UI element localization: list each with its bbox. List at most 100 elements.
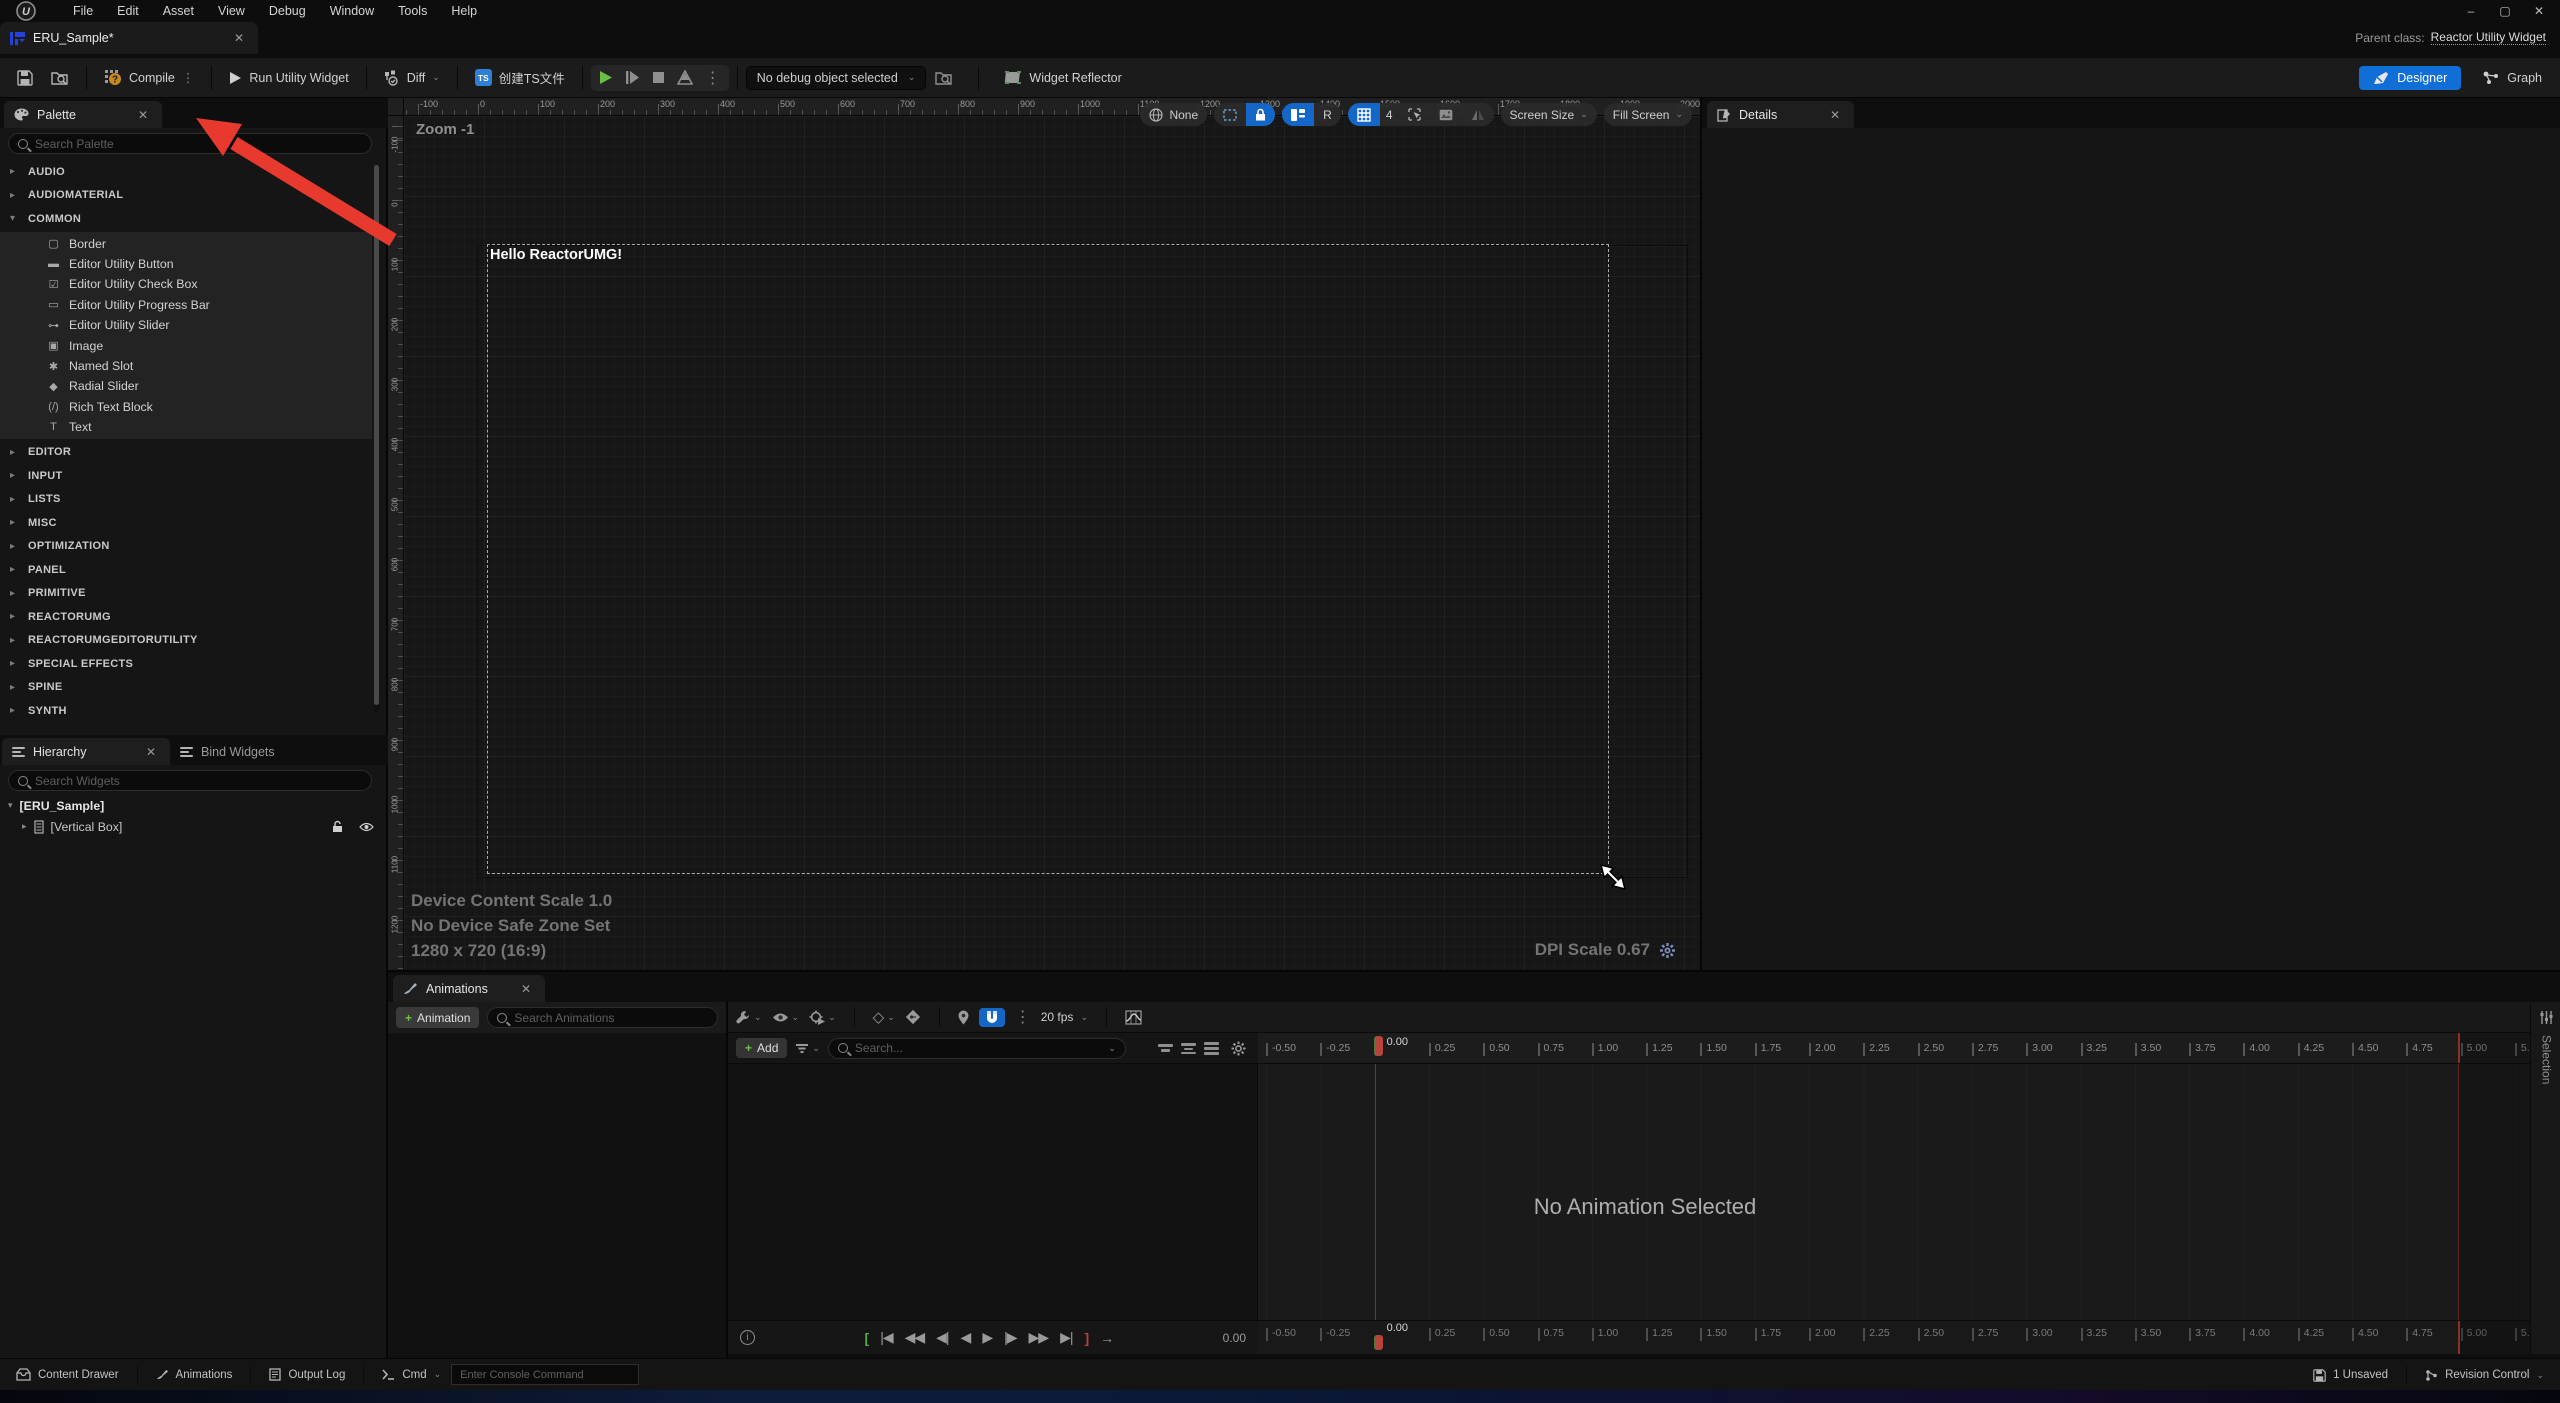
diff-button[interactable]: Diff ⌄ bbox=[375, 65, 449, 91]
step-back-icon[interactable]: ◀| bbox=[930, 1329, 954, 1346]
asset-tab-close-icon[interactable]: ✕ bbox=[230, 31, 248, 45]
palette-item-editor-utility-slider[interactable]: ⊶Editor Utility Slider bbox=[0, 315, 372, 335]
animations-search[interactable] bbox=[487, 1007, 718, 1028]
close-window-icon[interactable]: ✕ bbox=[2524, 1, 2554, 21]
tab-bind-widgets[interactable]: Bind Widgets bbox=[170, 738, 330, 765]
menu-window[interactable]: Window bbox=[319, 1, 385, 21]
palette-search[interactable] bbox=[8, 133, 372, 154]
play-reverse-icon[interactable]: ◀ bbox=[955, 1329, 977, 1346]
playback-options-icon[interactable]: ⌄ bbox=[809, 1010, 836, 1025]
sequencer-settings-wrench-icon[interactable]: ⌄ bbox=[736, 1010, 762, 1025]
chevron-right-icon[interactable]: ▸ bbox=[22, 821, 27, 832]
jump-to-front-icon[interactable]: |◀ bbox=[874, 1329, 898, 1346]
grid-snap-icon[interactable] bbox=[1348, 103, 1380, 126]
timeline-bottom-ruler[interactable]: -0.50-0.250.250.500.751.001.251.501.752.… bbox=[1258, 1320, 2530, 1354]
console-command-input[interactable] bbox=[451, 1364, 639, 1385]
palette-scrollbar-thumb[interactable] bbox=[374, 165, 379, 705]
screen-size-dropdown[interactable]: Screen Size⌄ bbox=[1501, 103, 1597, 126]
filter-icon[interactable]: ⌄ bbox=[795, 1043, 820, 1054]
playhead-marker-bottom[interactable] bbox=[1374, 1335, 1383, 1350]
palette-item-named-slot[interactable]: ✱Named Slot bbox=[0, 356, 372, 376]
palette-search-input[interactable] bbox=[35, 137, 362, 151]
stop-button[interactable] bbox=[652, 71, 665, 84]
compact-view-icon[interactable] bbox=[1158, 1044, 1173, 1052]
palette-category-editor[interactable]: ▸EDITOR bbox=[0, 440, 372, 464]
snap-magnet-toggle[interactable] bbox=[979, 1008, 1005, 1027]
aspect-preview-pill[interactable]: None bbox=[1140, 103, 1207, 126]
create-ts-file-button[interactable]: TS 创建TS文件 bbox=[466, 63, 574, 92]
view-options-eye-icon[interactable]: ⌄ bbox=[772, 1012, 800, 1023]
keyframe-options-icon[interactable]: ◇ ⌄ bbox=[873, 1008, 895, 1026]
track-search[interactable]: ⌄ bbox=[828, 1038, 1126, 1059]
menu-edit[interactable]: Edit bbox=[106, 1, 150, 21]
dpi-settings-gear-icon[interactable] bbox=[1659, 942, 1676, 959]
palette-category-optimization[interactable]: ▸OPTIMIZATION bbox=[0, 534, 372, 558]
auto-key-icon[interactable] bbox=[905, 1009, 921, 1025]
hello-text-widget[interactable]: Hello ReactorUMG! bbox=[490, 247, 622, 263]
palette-category-primitive[interactable]: ▸PRIMITIVE bbox=[0, 581, 372, 605]
sliders-icon[interactable] bbox=[2539, 1010, 2554, 1025]
track-settings-gear-icon[interactable] bbox=[1231, 1041, 1246, 1056]
hierarchy-tab-close-icon[interactable]: ✕ bbox=[142, 745, 160, 759]
playback-end-bracket-icon[interactable]: ] bbox=[1078, 1330, 1094, 1346]
hierarchy-vertical-box-row[interactable]: ▸ [Vertical Box] bbox=[0, 816, 388, 837]
select-cursor-button[interactable] bbox=[1399, 103, 1430, 126]
unsaved-button[interactable]: 1 Unsaved bbox=[2303, 1359, 2398, 1391]
track-search-input[interactable] bbox=[855, 1041, 1101, 1055]
palette-item-rich-text-block[interactable]: (/)Rich Text Block bbox=[0, 397, 372, 417]
compile-button[interactable]: ? Compile ⋮ bbox=[95, 64, 203, 92]
next-key-icon[interactable]: ▶▶ bbox=[1023, 1329, 1055, 1346]
compile-options-icon[interactable]: ⋮ bbox=[182, 70, 195, 85]
resize-cursor-icon[interactable] bbox=[1600, 864, 1626, 890]
hierarchy-search-input[interactable] bbox=[35, 774, 362, 788]
graph-mode-button[interactable]: Graph bbox=[2475, 66, 2550, 90]
lock-aspect-button[interactable] bbox=[1246, 103, 1275, 126]
menu-file[interactable]: File bbox=[62, 1, 104, 21]
maximize-icon[interactable]: ▢ bbox=[2490, 1, 2520, 21]
asset-tab-eru-sample[interactable]: ERU_Sample* ✕ bbox=[0, 22, 258, 54]
details-tab-close-icon[interactable]: ✕ bbox=[1826, 108, 1844, 122]
playhead-line[interactable] bbox=[1375, 1064, 1376, 1320]
browse-to-asset-button[interactable] bbox=[42, 65, 78, 91]
palette-item-editor-utility-button[interactable]: ▬Editor Utility Button bbox=[0, 254, 372, 274]
play-options-icon[interactable]: ⋮ bbox=[705, 68, 721, 88]
previous-key-icon[interactable]: ◀◀ bbox=[899, 1329, 931, 1346]
flip-preview-button[interactable] bbox=[1462, 103, 1494, 126]
minimize-icon[interactable]: – bbox=[2456, 1, 2486, 21]
skip-button[interactable] bbox=[677, 70, 693, 85]
browse-debug-object-button[interactable] bbox=[926, 65, 962, 91]
palette-item-editor-utility-check-box[interactable]: ☑Editor Utility Check Box bbox=[0, 274, 372, 294]
expanded-view-icon[interactable] bbox=[1204, 1042, 1219, 1055]
selection-vertical-tab[interactable]: Selection bbox=[2540, 1035, 2554, 1084]
menu-asset[interactable]: Asset bbox=[152, 1, 205, 21]
animations-search-input[interactable] bbox=[514, 1011, 708, 1025]
palette-category-reactorumgeditorutility[interactable]: ▸REACTORUMGEDITORUTILITY bbox=[0, 628, 372, 652]
palette-item-radial-slider[interactable]: ◆Radial Slider bbox=[0, 376, 372, 396]
add-track-button[interactable]: + Add bbox=[736, 1038, 787, 1058]
animations-statusbar-button[interactable]: Animations bbox=[146, 1359, 243, 1391]
animations-tab-close-icon[interactable]: ✕ bbox=[517, 982, 535, 996]
designer-mode-button[interactable]: Designer bbox=[2359, 66, 2461, 90]
palette-category-spine[interactable]: ▸SPINE bbox=[0, 675, 372, 699]
dashed-bounds-button[interactable] bbox=[1214, 103, 1246, 126]
r-toggle-button[interactable]: R bbox=[1314, 103, 1341, 126]
palette-item-editor-utility-progress-bar[interactable]: ▭Editor Utility Progress Bar bbox=[0, 295, 372, 315]
run-utility-widget-button[interactable]: Run Utility Widget bbox=[220, 66, 357, 90]
chevron-down-icon[interactable]: ▾ bbox=[8, 800, 13, 811]
unlock-icon[interactable] bbox=[331, 820, 344, 833]
palette-category-input[interactable]: ▸INPUT bbox=[0, 464, 372, 488]
debug-object-dropdown[interactable]: No debug object selected ⌄ bbox=[746, 66, 927, 90]
content-drawer-button[interactable]: Content Drawer bbox=[6, 1359, 129, 1391]
parent-class-link[interactable]: Reactor Utility Widget bbox=[2431, 30, 2546, 45]
jump-to-end-icon[interactable]: ▶| bbox=[1054, 1329, 1078, 1346]
palette-category-synth[interactable]: ▸SYNTH bbox=[0, 699, 372, 720]
play-forward-icon[interactable]: ▶ bbox=[976, 1329, 998, 1346]
curve-editor-icon[interactable] bbox=[1125, 1010, 1142, 1025]
widget-reflector-button[interactable]: Widget Reflector bbox=[995, 66, 1130, 90]
palette-category-common[interactable]: ▾COMMON bbox=[0, 207, 372, 231]
normal-view-icon[interactable] bbox=[1181, 1043, 1196, 1054]
step-forward-icon[interactable]: |▶ bbox=[998, 1329, 1022, 1346]
palette-item-border[interactable]: ▢Border bbox=[0, 234, 372, 254]
playhead-marker[interactable] bbox=[1374, 1036, 1383, 1056]
palette-category-audiomaterial[interactable]: ▸AUDIOMATERIAL bbox=[0, 184, 372, 208]
